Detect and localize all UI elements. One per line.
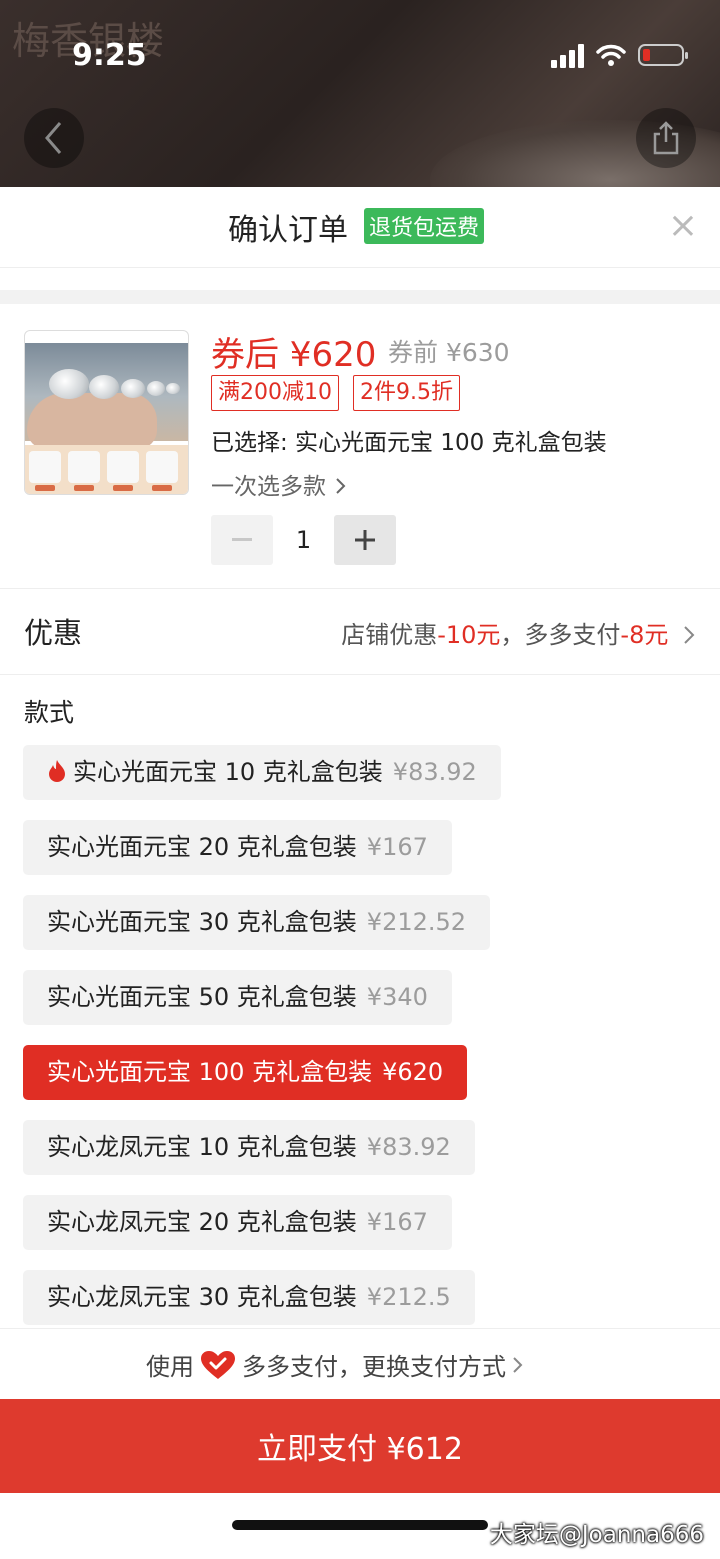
product-thumbnail[interactable] <box>24 330 189 495</box>
increase-quantity-button[interactable] <box>334 515 396 565</box>
sku-option[interactable]: 实心龙凤元宝 30 克礼盒包装 ¥212.5 <box>23 1270 475 1325</box>
close-button[interactable]: × <box>668 205 698 246</box>
sku-option[interactable]: 实心光面元宝 30 克礼盒包装 ¥212.52 <box>23 895 491 950</box>
payment-method-text: 使用 多多支付，更换支付方式 <box>146 1347 524 1382</box>
divider <box>0 588 720 589</box>
price-after-coupon: 券后 ¥620 <box>211 335 377 375</box>
share-button[interactable] <box>636 108 696 168</box>
plus-icon <box>355 530 375 550</box>
sheet-header: 确认订单 退货包运费 × <box>0 187 720 268</box>
cellular-signal-icon <box>551 42 584 68</box>
sku-price: ¥212.52 <box>366 908 467 936</box>
sku-price: ¥340 <box>366 983 428 1011</box>
chevron-right-icon <box>513 1356 523 1373</box>
battery-icon <box>638 44 688 66</box>
watermark: 大家坛@Joanna666 <box>489 1522 704 1548</box>
payment-method-row[interactable]: 使用 多多支付，更换支付方式 <box>0 1328 720 1400</box>
sku-price: ¥620 <box>382 1058 444 1086</box>
multi-select-label: 一次选多款 <box>211 474 326 500</box>
sku-option[interactable]: 实心光面元宝 20 克礼盒包装 ¥167 <box>23 820 452 875</box>
promo-tag: 满200减10 <box>211 375 339 411</box>
price-before-coupon: 券前 ¥630 <box>388 338 510 367</box>
page-title: 确认订单 <box>228 213 348 248</box>
sku-name: 实心龙凤元宝 20 克礼盒包装 <box>47 1208 357 1236</box>
sku-list: 实心光面元宝 10 克礼盒包装 ¥83.92 实心光面元宝 20 克礼盒包装 ¥16… <box>23 745 703 1328</box>
pay-discount-amount: -8元 <box>620 621 669 649</box>
sku-option-selected[interactable]: 实心光面元宝 100 克礼盒包装 ¥620 <box>23 1045 468 1100</box>
sku-price: ¥212.5 <box>366 1283 451 1311</box>
sku-option[interactable]: 实心龙凤元宝 10 克礼盒包装 ¥83.92 <box>23 1120 475 1175</box>
back-button[interactable] <box>24 108 84 168</box>
status-time: 9:25 <box>72 38 147 73</box>
multi-select-link[interactable]: 一次选多款 <box>211 467 347 501</box>
sku-price: ¥83.92 <box>366 1133 451 1161</box>
payment-method-label: 多多支付，更换支付方式 <box>242 1353 506 1381</box>
sku-price: ¥167 <box>366 1208 428 1236</box>
selected-variant: 已选择: 实心光面元宝 100 克礼盒包装 <box>211 430 607 456</box>
sku-price: ¥83.92 <box>392 758 477 786</box>
sku-name: 实心光面元宝 20 克礼盒包装 <box>47 833 357 861</box>
product-photo <box>25 343 188 449</box>
pay-discount-label: ，多多支付 <box>500 621 621 649</box>
sku-name: 实心龙凤元宝 30 克礼盒包装 <box>47 1283 357 1311</box>
home-indicator[interactable] <box>232 1520 488 1530</box>
chevron-left-icon <box>45 122 62 154</box>
chevron-right-icon <box>336 478 346 494</box>
order-confirm-sheet: 确认订单 退货包运费 × 券后 ¥620 券前 ¥630 满200减10 2件9… <box>0 187 720 1559</box>
sku-option[interactable]: 实心光面元宝 50 克礼盒包装 ¥340 <box>23 970 452 1025</box>
pay-now-button[interactable]: 立即支付 ¥612 <box>0 1399 720 1493</box>
quantity-value[interactable]: 1 <box>273 526 334 554</box>
store-discount-label: 店铺优惠 <box>341 621 438 649</box>
wifi-icon <box>596 44 626 66</box>
style-section-label: 款式 <box>24 698 75 727</box>
sku-name: 实心光面元宝 50 克礼盒包装 <box>47 983 357 1011</box>
sku-name: 实心龙凤元宝 10 克礼盒包装 <box>47 1133 357 1161</box>
heart-icon <box>201 1350 235 1379</box>
sku-price: ¥167 <box>366 833 428 861</box>
status-icons <box>551 42 688 68</box>
share-icon <box>653 121 679 155</box>
coupon-detail-row[interactable]: 店铺优惠-10元，多多支付-8元 <box>341 615 696 650</box>
sku-option[interactable]: 实心光面元宝 10 克礼盒包装 ¥83.92 <box>23 745 501 800</box>
quantity-stepper: 1 <box>211 515 396 565</box>
divider <box>0 674 720 675</box>
product-size-strip <box>25 445 188 494</box>
minus-icon <box>232 538 252 541</box>
sku-name: 实心光面元宝 100 克礼盒包装 <box>47 1058 373 1086</box>
store-discount-amount: -10元 <box>437 621 501 649</box>
fire-icon <box>49 760 65 782</box>
sku-name: 实心光面元宝 30 克礼盒包装 <box>47 908 357 936</box>
coupon-label: 优惠 <box>24 616 83 650</box>
sku-option[interactable]: 实心龙凤元宝 20 克礼盒包装 ¥167 <box>23 1195 452 1250</box>
free-return-shipping-tag: 退货包运费 <box>364 208 485 244</box>
sku-name: 实心光面元宝 10 克礼盒包装 <box>73 758 383 786</box>
section-divider <box>0 290 720 304</box>
chevron-right-icon <box>684 626 695 644</box>
product-background-image: 梅香银楼 <box>0 0 720 187</box>
promo-tag: 2件9.5折 <box>353 375 460 411</box>
payment-prefix: 使用 <box>146 1353 194 1381</box>
decrease-quantity-button[interactable] <box>211 515 273 565</box>
